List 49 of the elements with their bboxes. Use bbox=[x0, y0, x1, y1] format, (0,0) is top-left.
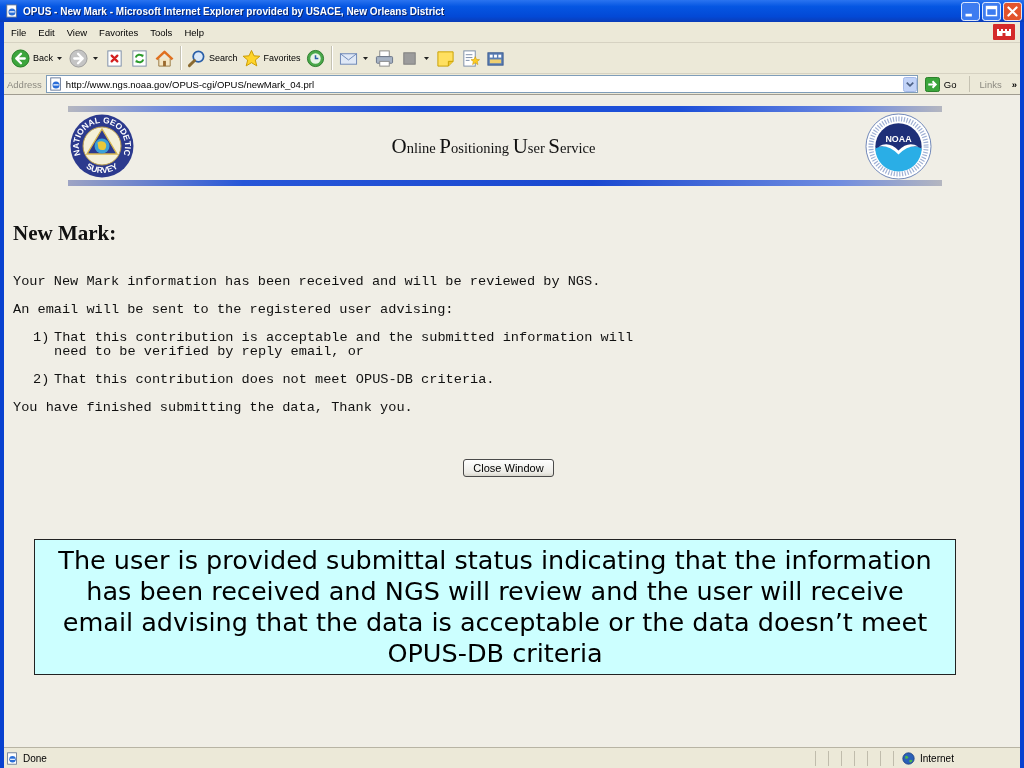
castle-logo-icon bbox=[993, 24, 1015, 40]
window-title: OPUS - New Mark - Microsoft Internet Explorer provided by USACE, New Orleans District bbox=[23, 5, 446, 17]
back-button[interactable]: Back bbox=[9, 46, 55, 70]
annotation-callout: The user is provided submittal status indicating that the information has been received and NGS will review and the user will receive email advising that the data is acceptable or the data doesn’t meet OPUS-DB criteria bbox=[34, 539, 956, 675]
page-icon bbox=[5, 4, 19, 18]
message-text: Your New Mark information has been received and will be reviewed by NGS. bbox=[13, 275, 602, 289]
menu-item[interactable]: Help bbox=[180, 26, 208, 38]
caret-icon[interactable] bbox=[423, 56, 429, 60]
page-x-icon[interactable] bbox=[105, 48, 124, 68]
list-text: That this contribution is acceptable and the submitted information will need to be verified by reply email, or bbox=[54, 331, 635, 359]
list-number: 1) bbox=[33, 331, 51, 347]
star-icon bbox=[241, 48, 261, 68]
more-links-button[interactable]: » bbox=[1005, 78, 1020, 90]
favorites-button[interactable]: Favorites bbox=[239, 46, 303, 70]
address-label: Address bbox=[7, 78, 42, 90]
refresh-icon[interactable] bbox=[130, 48, 149, 68]
clock-icon[interactable] bbox=[305, 48, 325, 68]
site-title: Online Positioning User Service bbox=[390, 133, 597, 159]
printer-icon[interactable] bbox=[374, 48, 394, 68]
caret-icon[interactable] bbox=[362, 56, 368, 60]
search-icon bbox=[187, 48, 206, 68]
menu-item[interactable]: Favorites bbox=[95, 26, 143, 38]
zone-text: Internet bbox=[920, 752, 954, 764]
caret-icon[interactable] bbox=[57, 56, 62, 60]
bird-seal-logo: NOAA bbox=[865, 112, 932, 180]
house-icon[interactable] bbox=[155, 48, 174, 68]
page-icon bbox=[48, 77, 63, 91]
close-icon[interactable] bbox=[1003, 1, 1022, 21]
menu-item[interactable]: File bbox=[7, 26, 31, 38]
right-arrow-icon bbox=[924, 76, 940, 92]
close-window-button[interactable]: Close Window bbox=[463, 459, 554, 477]
page-heading: New Mark: bbox=[13, 221, 118, 245]
list-text: That this contribution does not meet OPUS-DB criteria. bbox=[54, 373, 496, 387]
address-field[interactable]: http://www.ngs.noaa.gov/OPUS-cgi/OPUS/newMark_04.prl bbox=[45, 75, 918, 93]
page-icon bbox=[6, 751, 19, 765]
menu-item[interactable]: View bbox=[62, 26, 92, 38]
message-text: You have finished submitting the data, Thank you. bbox=[13, 401, 414, 415]
page-star-icon[interactable] bbox=[460, 48, 480, 68]
go-button[interactable]: Go bbox=[920, 76, 961, 92]
caret-icon[interactable] bbox=[93, 56, 98, 60]
menu-item[interactable]: Edit bbox=[34, 26, 59, 38]
status-text: Done bbox=[23, 752, 47, 764]
menu-item[interactable]: Tools bbox=[146, 26, 177, 38]
search-button[interactable]: Search bbox=[185, 46, 240, 70]
list-number: 2) bbox=[33, 373, 51, 387]
globe-icon bbox=[902, 751, 915, 765]
message-text: An email will be sent to the registered user advising: bbox=[13, 303, 455, 317]
minimize-icon[interactable] bbox=[961, 1, 980, 21]
maximize-icon[interactable] bbox=[982, 1, 1001, 21]
